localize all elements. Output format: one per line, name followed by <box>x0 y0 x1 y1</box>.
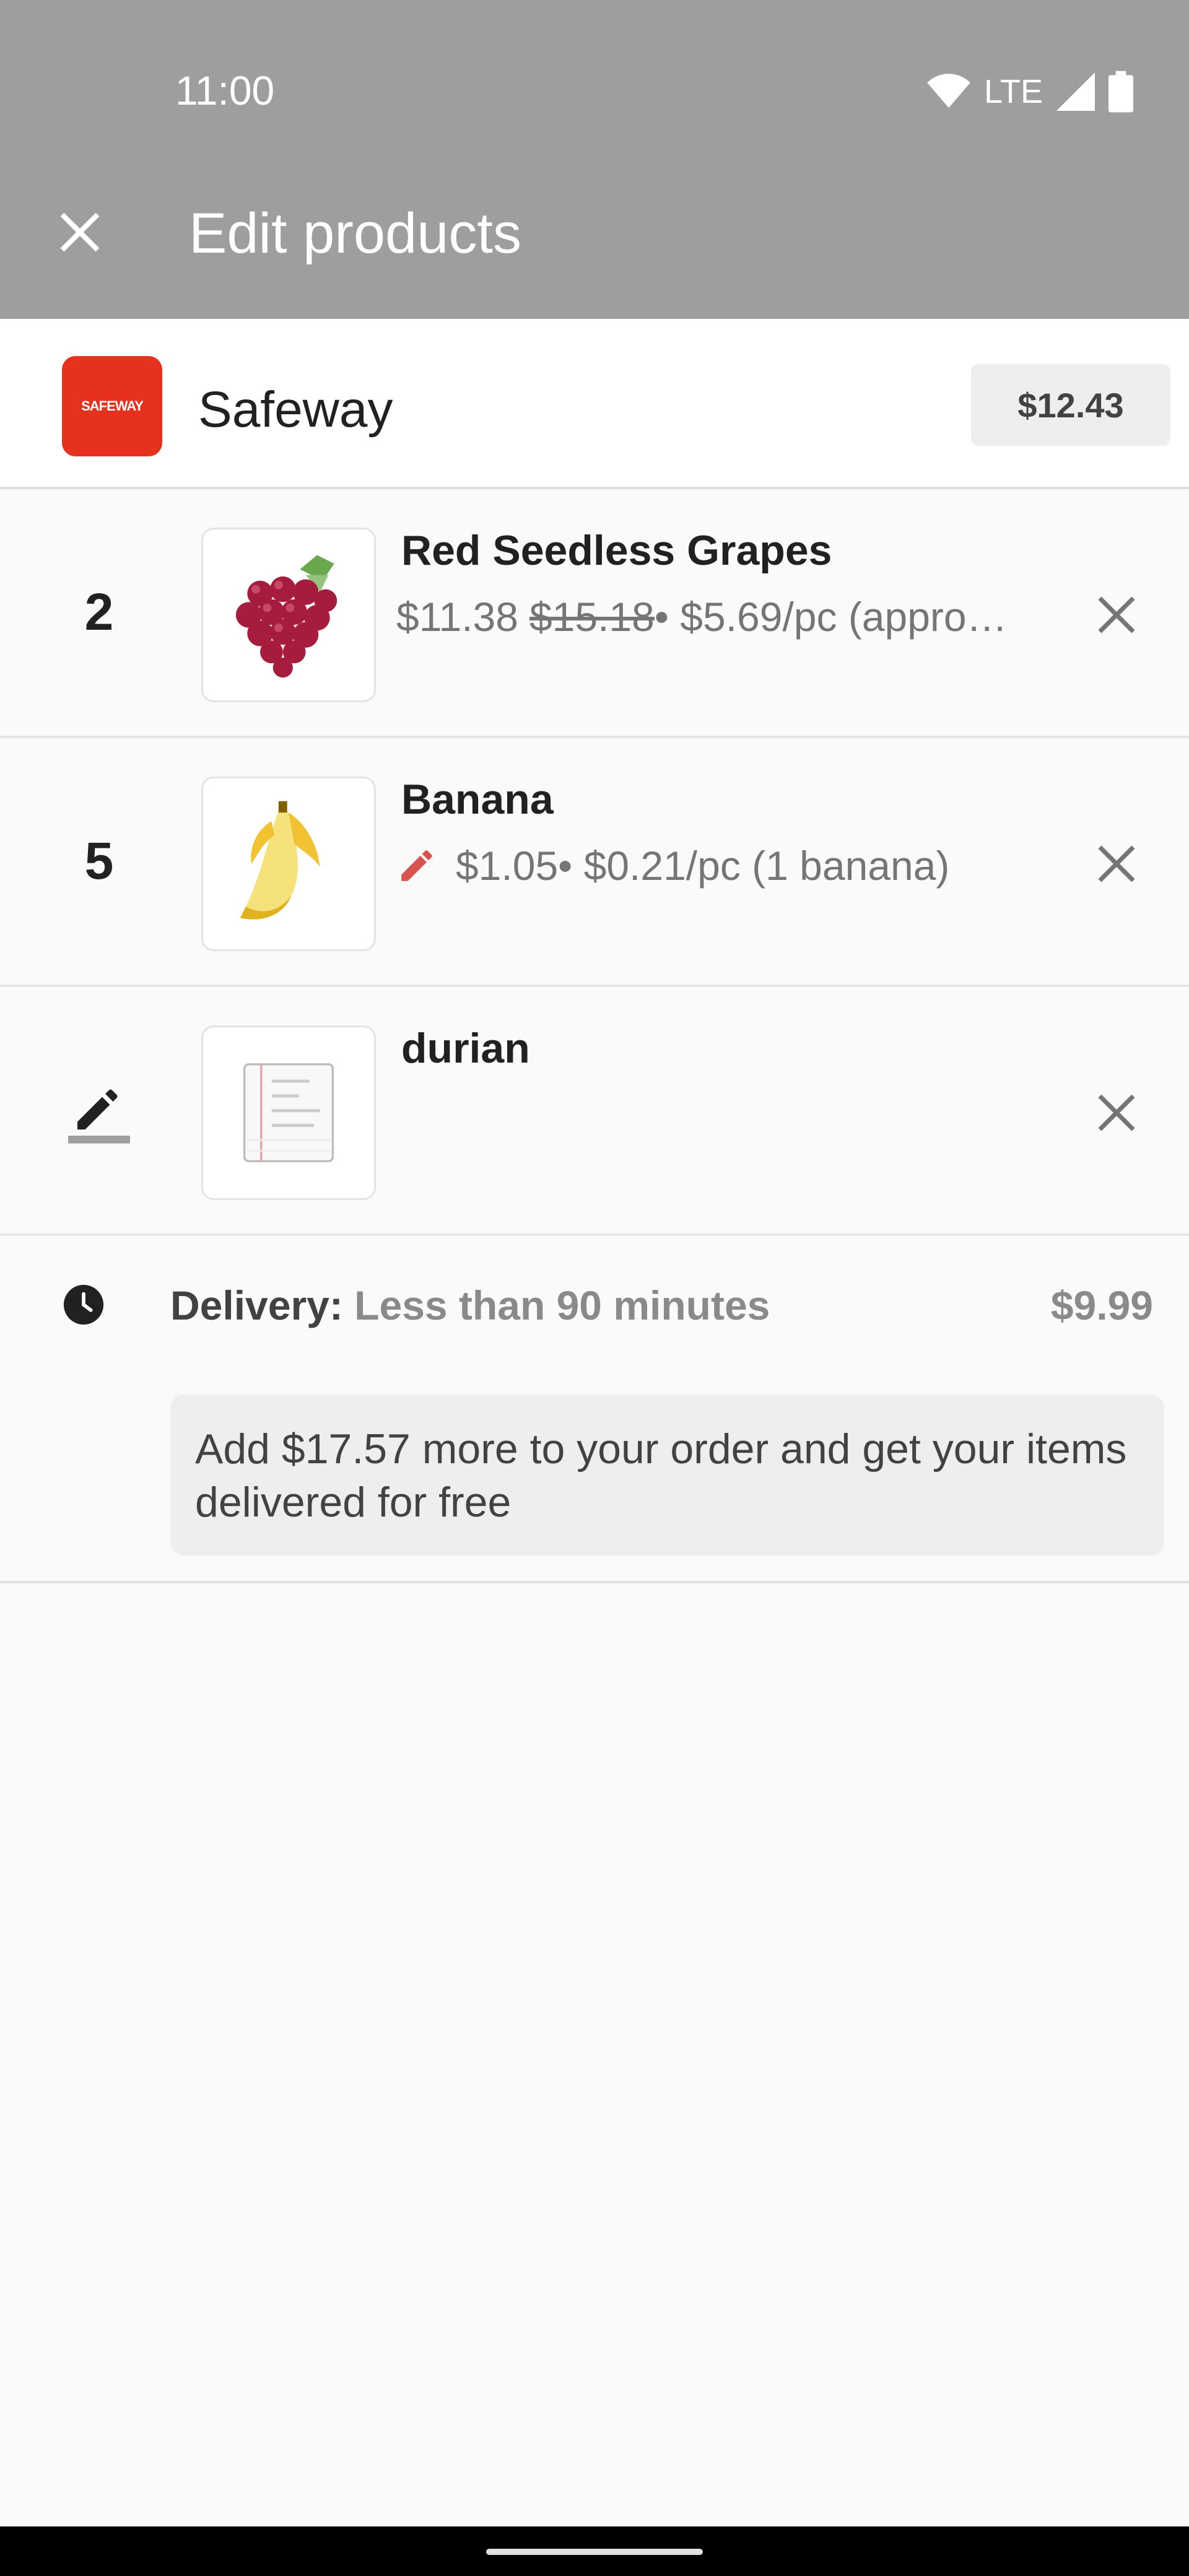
status-time: 11:00 <box>175 67 275 113</box>
store-logo: SAFEWAY <box>62 356 162 456</box>
item-price-line: $1.05 • $0.21/pc (1 banana) <box>396 842 1047 889</box>
item-name: Banana <box>401 776 554 823</box>
edit-pencil-icon <box>68 1089 130 1144</box>
item-price-line: $11.38 $15.18 • $5.69/pc (appro… <box>396 593 1047 640</box>
delivery-label: Delivery: <box>170 1282 343 1328</box>
home-handle[interactable] <box>486 2549 703 2555</box>
notepad-icon <box>243 1063 334 1162</box>
page-title: Edit products <box>189 202 521 265</box>
remove-item-button[interactable] <box>1087 1083 1146 1142</box>
item-unit-price: • $0.21/pc (1 banana) <box>558 843 950 889</box>
close-button[interactable] <box>52 204 108 260</box>
item-price: $1.05 <box>456 843 559 889</box>
delivery-time: Less than 90 minutes <box>354 1282 770 1328</box>
wifi-icon <box>927 74 970 108</box>
banana-icon <box>240 801 320 920</box>
close-icon <box>60 212 100 252</box>
delivery-info: Delivery: Less than 90 minutes <box>170 1282 770 1329</box>
product-image <box>201 528 376 702</box>
item-quantity[interactable]: 5 <box>74 831 124 891</box>
status-icons: LTE <box>927 67 1133 116</box>
store-name: Safeway <box>198 381 393 438</box>
network-type: LTE <box>983 73 1043 110</box>
pencil-icon <box>401 850 432 881</box>
close-icon <box>1098 1094 1135 1131</box>
app-bar: 11:00 LTE Edit products <box>0 0 1189 319</box>
store-total-badge: $12.43 <box>971 364 1170 446</box>
product-image <box>201 777 376 951</box>
edit-quantity-button[interactable] <box>62 1074 136 1160</box>
item-unit-price: • $5.69/pc (appro… <box>654 594 1008 640</box>
item-name: Red Seedless Grapes <box>401 527 832 574</box>
delivery-price: $9.99 <box>1050 1282 1153 1328</box>
close-icon <box>1098 596 1135 633</box>
item-price: $11.38 <box>396 594 518 640</box>
store-header: SAFEWAY Safeway $12.43 <box>0 319 1189 489</box>
list-item[interactable]: 2 Red Seedless Grapes $11.38 $15.18 • $5… <box>0 489 1189 738</box>
list-item[interactable]: 5 Banana $1.05 • $0.21/pc (1 banana) <box>0 738 1189 987</box>
store-logo-text: SAFEWAY <box>81 398 144 414</box>
clock-icon <box>63 1284 104 1325</box>
item-name: durian <box>401 1025 530 1072</box>
remove-item-button[interactable] <box>1087 585 1146 645</box>
remove-item-button[interactable] <box>1087 834 1146 894</box>
item-old-price: $15.18 <box>529 594 655 640</box>
signal-icon <box>1056 72 1095 111</box>
battery-icon <box>1108 71 1133 113</box>
list-item[interactable]: durian <box>0 987 1189 1236</box>
free-delivery-notice: Add $17.57 more to your order and get yo… <box>170 1395 1164 1556</box>
delivery-section: Delivery: Less than 90 minutes $9.99 Add… <box>0 1240 1189 1583</box>
product-image <box>201 1025 376 1200</box>
item-quantity[interactable]: 2 <box>74 582 124 642</box>
close-icon <box>1098 845 1135 882</box>
grapes-icon <box>235 555 338 678</box>
